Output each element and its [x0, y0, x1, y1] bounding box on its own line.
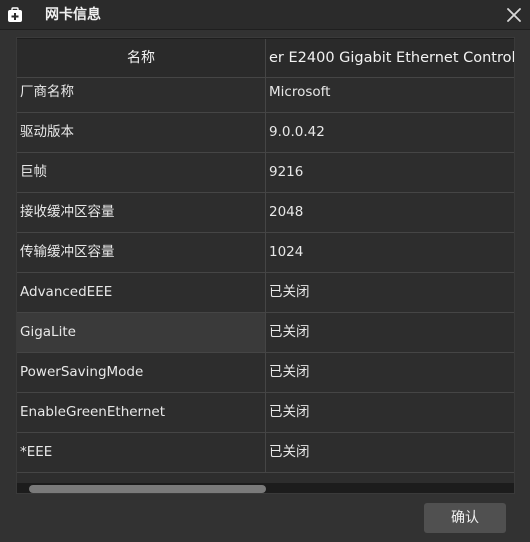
row-name: PowerSavingMode: [17, 353, 266, 392]
table-row[interactable]: 传输缓冲区容量 1024: [17, 233, 514, 273]
row-name: 巨帧: [17, 153, 266, 192]
row-name: 驱动版本: [17, 113, 266, 152]
table-row[interactable]: 厂商名称 Microsoft: [17, 73, 514, 113]
row-value: 已关闭: [269, 284, 310, 300]
table-header: 名称 er E2400 Gigabit Ethernet Control: [17, 38, 514, 78]
table-row[interactable]: EnableGreenEthernet 已关闭: [17, 393, 514, 433]
table-row[interactable]: 巨帧 9216: [17, 153, 514, 193]
table-row[interactable]: PowerSavingMode 已关闭: [17, 353, 514, 393]
confirm-button[interactable]: 确认: [424, 503, 506, 533]
row-value: Microsoft: [269, 84, 331, 100]
row-name: 接收缓冲区容量: [17, 193, 266, 232]
row-name: 传输缓冲区容量: [17, 233, 266, 272]
row-value: 已关闭: [269, 364, 310, 380]
row-value: 9216: [269, 164, 304, 180]
table-row[interactable]: 接收缓冲区容量 2048: [17, 193, 514, 233]
row-name: 厂商名称: [17, 73, 266, 112]
horizontal-scrollbar[interactable]: [17, 483, 514, 493]
table-row-hovered[interactable]: GigaLite 已关闭: [17, 313, 514, 353]
row-value: 2048: [269, 204, 304, 220]
table-row[interactable]: AdvancedEEE 已关闭: [17, 273, 514, 313]
close-icon[interactable]: [504, 5, 524, 25]
window-title: 网卡信息: [45, 7, 101, 23]
table-row[interactable]: 驱动版本 9.0.0.42: [17, 113, 514, 153]
row-value: 已关闭: [266, 313, 514, 352]
row-name: AdvancedEEE: [17, 273, 266, 312]
row-name: EnableGreenEthernet: [17, 393, 266, 432]
row-value: 已关闭: [269, 404, 310, 420]
title-bar: 网卡信息: [0, 0, 530, 30]
medkit-icon: [8, 7, 22, 22]
row-value: 已关闭: [269, 444, 310, 460]
row-name: GigaLite: [17, 313, 266, 352]
row-value: 9.0.0.42: [269, 124, 325, 140]
scrollbar-thumb[interactable]: [29, 485, 266, 493]
table-row[interactable]: *EEE 已关闭: [17, 433, 514, 473]
row-name: *EEE: [17, 433, 266, 472]
nic-info-table[interactable]: 名称 er E2400 Gigabit Ethernet Control 厂商名…: [16, 37, 515, 494]
row-value: 1024: [269, 244, 304, 260]
